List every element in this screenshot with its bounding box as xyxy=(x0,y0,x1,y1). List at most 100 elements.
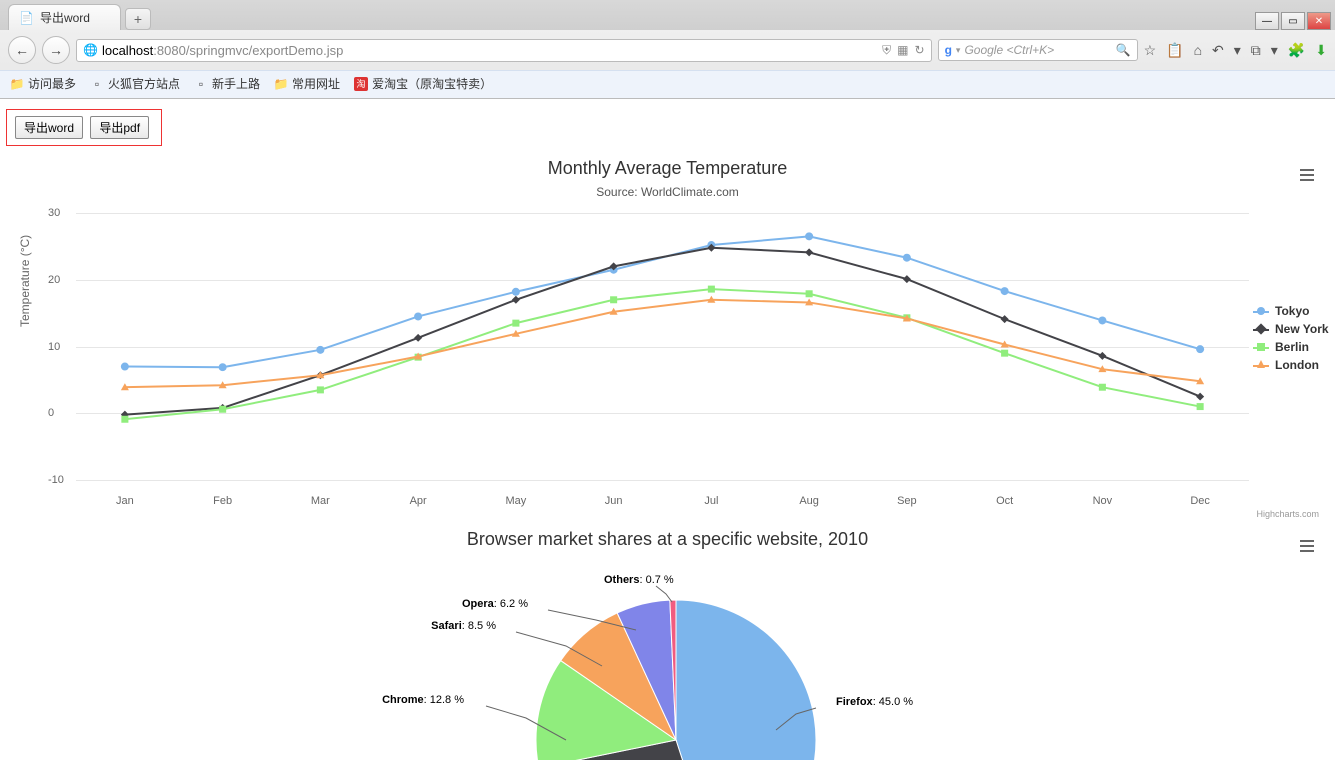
data-marker[interactable] xyxy=(1001,315,1009,323)
puzzle-icon[interactable]: 🧩 xyxy=(1288,42,1305,59)
data-marker[interactable] xyxy=(1197,403,1204,410)
tab-group-icon[interactable]: ⧉ xyxy=(1251,42,1261,59)
data-marker[interactable] xyxy=(121,416,128,423)
legend-item[interactable]: London xyxy=(1253,358,1329,372)
star-icon[interactable]: ☆ xyxy=(1144,42,1157,59)
x-tick-label: Aug xyxy=(799,495,819,507)
y-tick-label: 30 xyxy=(48,207,60,219)
forward-button[interactable]: → xyxy=(42,36,70,64)
clipboard-icon[interactable]: 📋 xyxy=(1166,42,1183,59)
export-pdf-button[interactable]: 导出pdf xyxy=(90,116,149,139)
chart-menu-icon[interactable] xyxy=(1295,164,1319,186)
data-marker[interactable] xyxy=(414,312,422,320)
window-maximize-button[interactable]: ▭ xyxy=(1281,12,1305,30)
bookmark-item[interactable]: 📁常用网址 xyxy=(274,75,340,92)
y-axis-label: Temperature (°C) xyxy=(18,235,32,327)
bookmark-item[interactable]: 📁访问最多 xyxy=(10,75,76,92)
data-marker[interactable] xyxy=(1196,393,1204,401)
data-marker[interactable] xyxy=(121,363,129,371)
page-icon: ▫ xyxy=(194,77,208,91)
home-icon[interactable]: ⌂ xyxy=(1194,42,1202,58)
data-marker[interactable] xyxy=(1099,384,1106,391)
tab-title: 导出word xyxy=(40,9,90,26)
legend-marker xyxy=(1253,341,1269,353)
data-marker[interactable] xyxy=(903,275,911,283)
folder-icon: 📁 xyxy=(10,77,24,91)
bookmark-item[interactable]: ▫火狐官方站点 xyxy=(90,75,180,92)
search-bar[interactable]: g ▾ Google <Ctrl+K> 🔍 xyxy=(938,39,1138,61)
new-tab-button[interactable]: + xyxy=(125,8,151,30)
window-minimize-button[interactable]: — xyxy=(1255,12,1279,30)
grid-icon[interactable]: ▦ xyxy=(897,43,908,57)
series-line[interactable] xyxy=(125,236,1200,367)
globe-icon: 🌐 xyxy=(83,43,98,57)
legend-item[interactable]: Berlin xyxy=(1253,340,1329,354)
url-text: localhost:8080/springmvc/exportDemo.jsp xyxy=(102,43,343,58)
data-marker[interactable] xyxy=(316,346,324,354)
search-placeholder: Google <Ctrl+K> xyxy=(964,43,1054,57)
x-tick-label: Apr xyxy=(410,495,427,507)
data-marker[interactable] xyxy=(1196,345,1204,353)
data-marker[interactable] xyxy=(512,320,519,327)
search-icon[interactable]: 🔍 xyxy=(1116,43,1131,57)
chart-subtitle: Source: WorldClimate.com xyxy=(6,185,1329,199)
y-tick-label: 20 xyxy=(48,274,60,286)
data-marker[interactable] xyxy=(1098,352,1106,360)
browser-tab[interactable]: 📄 导出word xyxy=(8,4,121,30)
data-marker[interactable] xyxy=(1098,316,1106,324)
pie-label: Opera: 6.2 % xyxy=(462,598,528,610)
x-tick-label: May xyxy=(505,495,526,507)
data-marker[interactable] xyxy=(219,363,227,371)
series-line[interactable] xyxy=(125,248,1200,415)
reload-icon[interactable]: ↻ xyxy=(915,43,925,57)
legend-label: Berlin xyxy=(1275,340,1309,354)
url-bar[interactable]: 🌐 localhost:8080/springmvc/exportDemo.js… xyxy=(76,39,932,62)
data-marker[interactable] xyxy=(1001,287,1009,295)
data-marker[interactable] xyxy=(1001,350,1008,357)
data-marker[interactable] xyxy=(219,406,226,413)
x-tick-label: Oct xyxy=(996,495,1013,507)
export-word-button[interactable]: 导出word xyxy=(15,116,83,139)
data-marker[interactable] xyxy=(610,296,617,303)
pie-slice[interactable] xyxy=(676,600,816,760)
page-icon: 📄 xyxy=(19,11,34,25)
browser-chrome: 📄 导出word + — ▭ ✕ ← → 🌐 localhost:8080/sp… xyxy=(0,0,1335,99)
bookmarks-bar: 📁访问最多 ▫火狐官方站点 ▫新手上路 📁常用网址 淘爱淘宝（原淘宝特卖） xyxy=(0,70,1335,98)
line-plot-area: Temperature (°C) -100102030 JanFebMarApr… xyxy=(76,207,1249,507)
data-marker[interactable] xyxy=(806,290,813,297)
chart-credits: Highcharts.com xyxy=(6,509,1329,519)
shield-icon[interactable]: ⛨ xyxy=(882,43,891,58)
dropdown-icon[interactable]: ▾ xyxy=(1271,42,1278,59)
data-marker[interactable] xyxy=(903,254,911,262)
url-row: ← → 🌐 localhost:8080/springmvc/exportDem… xyxy=(0,30,1335,70)
pie-label: Firefox: 45.0 % xyxy=(836,696,913,708)
back-button[interactable]: ← xyxy=(8,36,36,64)
series-line[interactable] xyxy=(125,289,1200,419)
series-line[interactable] xyxy=(125,300,1200,387)
bookmark-item[interactable]: ▫新手上路 xyxy=(194,75,260,92)
bookmark-item[interactable]: 淘爱淘宝（原淘宝特卖） xyxy=(354,75,492,92)
x-tick-label: Jun xyxy=(605,495,623,507)
window-close-button[interactable]: ✕ xyxy=(1307,12,1331,30)
download-icon[interactable]: ⬇ xyxy=(1315,42,1327,59)
data-marker[interactable] xyxy=(512,296,520,304)
legend-item[interactable]: Tokyo xyxy=(1253,304,1329,318)
dropdown-icon[interactable]: ▾ xyxy=(956,45,961,56)
data-marker[interactable] xyxy=(708,286,715,293)
redo-icon[interactable]: ▾ xyxy=(1234,42,1241,59)
chart-title: Monthly Average Temperature xyxy=(6,158,1329,179)
grid-line xyxy=(76,480,1249,481)
data-marker[interactable] xyxy=(317,386,324,393)
data-marker[interactable] xyxy=(512,288,520,296)
legend-item[interactable]: New York xyxy=(1253,322,1329,336)
y-tick-label: 10 xyxy=(48,341,60,353)
export-buttons-highlight: 导出word 导出pdf xyxy=(6,109,162,146)
x-tick-label: Feb xyxy=(213,495,232,507)
page-icon: ▫ xyxy=(90,77,104,91)
legend-marker xyxy=(1253,305,1269,317)
data-marker[interactable] xyxy=(805,248,813,256)
legend-marker xyxy=(1253,359,1269,371)
undo-icon[interactable]: ↶ xyxy=(1212,42,1224,59)
data-marker[interactable] xyxy=(805,232,813,240)
data-marker[interactable] xyxy=(414,334,422,342)
